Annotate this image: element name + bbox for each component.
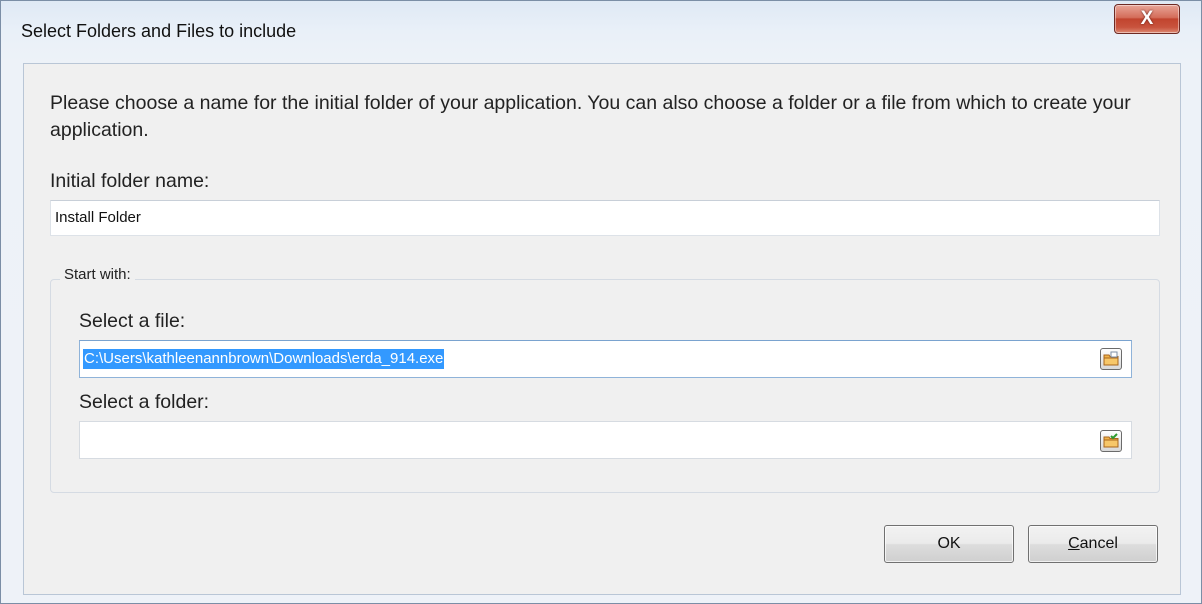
browse-folder-button[interactable] bbox=[1100, 430, 1122, 452]
initial-folder-input[interactable]: Install Folder bbox=[50, 200, 1160, 236]
close-icon: X bbox=[1140, 8, 1154, 29]
close-button[interactable]: X bbox=[1114, 4, 1180, 34]
start-with-label: Start with: bbox=[60, 266, 135, 283]
initial-folder-value: Install Folder bbox=[55, 209, 141, 226]
browse-file-icon bbox=[1103, 351, 1119, 366]
intro-text: Please choose a name for the initial fol… bbox=[50, 92, 1131, 141]
title-bar[interactable]: Select Folders and Files to include X bbox=[1, 1, 1201, 63]
cancel-label-rest: ancel bbox=[1079, 535, 1118, 552]
cancel-button[interactable]: Cancel bbox=[1028, 525, 1158, 563]
select-file-value: C:\Users\kathleenannbrown\Downloads\erda… bbox=[83, 349, 445, 369]
dialog-window: Select Folders and Files to include X Pl… bbox=[0, 0, 1202, 604]
select-file-label: Select a file: bbox=[79, 310, 186, 332]
select-folder-input[interactable] bbox=[79, 421, 1132, 459]
cancel-mnemonic: C bbox=[1068, 535, 1080, 552]
initial-folder-label: Initial folder name: bbox=[50, 170, 210, 192]
select-folder-label: Select a folder: bbox=[79, 391, 210, 413]
select-file-input[interactable]: C:\Users\kathleenannbrown\Downloads\erda… bbox=[79, 340, 1132, 378]
start-with-group bbox=[50, 279, 1160, 493]
window-title: Select Folders and Files to include bbox=[21, 21, 297, 41]
browse-file-button[interactable] bbox=[1100, 348, 1122, 370]
ok-button[interactable]: OK bbox=[884, 525, 1014, 563]
browse-folder-icon bbox=[1103, 433, 1119, 448]
dialog-body: Please choose a name for the initial fol… bbox=[23, 63, 1181, 595]
